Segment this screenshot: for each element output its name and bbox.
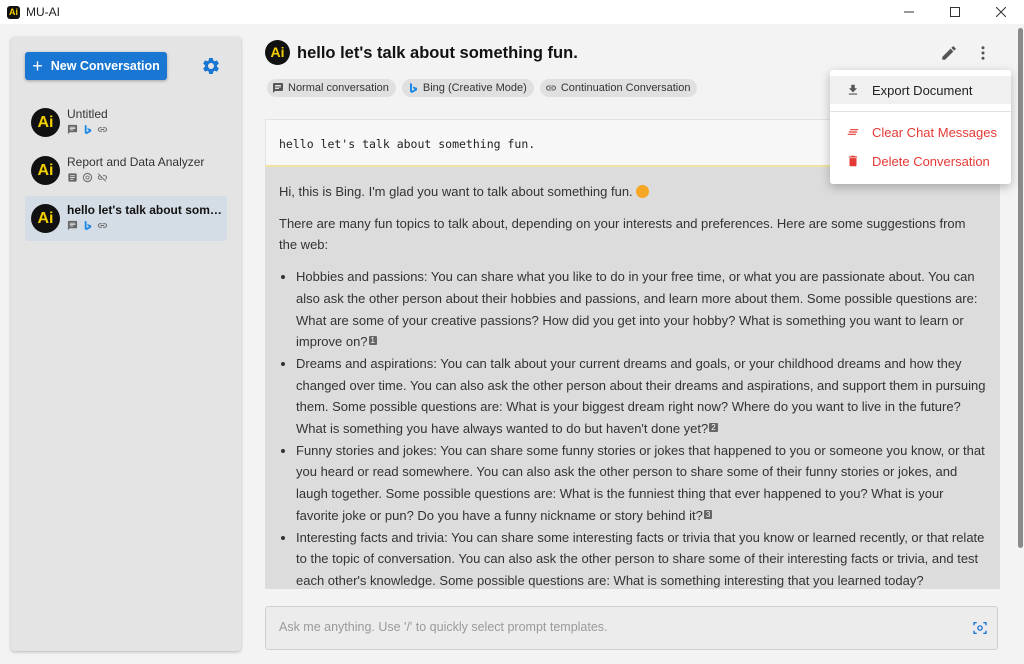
link-off-icon [97, 173, 108, 182]
prompt-input[interactable] [279, 620, 959, 634]
chip-bing-mode: Bing (Creative Mode) [401, 79, 534, 97]
maximize-button[interactable] [932, 0, 978, 24]
window-controls [886, 0, 1024, 24]
close-button[interactable] [978, 0, 1024, 24]
menu-export-document[interactable]: Export Document [830, 76, 1011, 104]
menu-clear-messages[interactable]: Clear Chat Messages [830, 118, 1011, 146]
minimize-icon [904, 11, 914, 13]
menu-item-label: Clear Chat Messages [872, 124, 997, 140]
list-item: Dreams and aspirations: You can talk abo… [296, 353, 986, 440]
chip-label: Bing (Creative Mode) [422, 82, 527, 94]
citation-badge[interactable]: 3 [703, 509, 713, 519]
smile-emoji-icon [636, 185, 650, 198]
scrollbar-thumb[interactable] [1018, 28, 1023, 548]
assistant-message: Hi, this is Bing. I'm glad you want to t… [265, 167, 1000, 589]
sidebar: + New Conversation Ai Untitled Ai Report… [11, 37, 241, 651]
gear-icon [203, 58, 219, 74]
conversation-header-avatar: Ai [265, 40, 290, 65]
conversation-options-menu: Export Document Clear Chat Messages Dele… [830, 70, 1011, 184]
chip-label: Normal conversation [288, 82, 389, 94]
edit-title-button[interactable] [940, 44, 958, 62]
openai-icon [82, 172, 93, 183]
app-logo-icon: Ai [7, 5, 20, 19]
list-item: Funny stories and jokes: You can share s… [296, 440, 986, 527]
menu-delete-conversation[interactable]: Delete Conversation [830, 147, 1011, 175]
menu-item-label: Delete Conversation [872, 153, 990, 169]
link-icon [545, 85, 556, 91]
conversation-avatar: Ai [31, 108, 60, 137]
conversation-title: hello let's talk about something fun. [67, 203, 222, 217]
more-options-button[interactable] [974, 44, 992, 62]
minimize-button[interactable] [886, 0, 932, 24]
trash-icon [848, 155, 858, 167]
conversation-title: Untitled [67, 107, 108, 121]
plus-icon: + [32, 56, 43, 76]
bing-icon [84, 220, 92, 231]
bing-icon [409, 83, 417, 93]
maximize-icon [950, 7, 960, 17]
pencil-icon [942, 46, 956, 60]
chat-icon [273, 83, 283, 93]
screen-capture-icon [973, 622, 987, 634]
prompt-input-container [265, 606, 998, 650]
close-icon [996, 7, 1006, 17]
download-icon [848, 84, 858, 95]
conversation-title-heading: hello let's talk about something fun. [297, 44, 578, 62]
chip-normal-conversation: Normal conversation [267, 79, 396, 97]
menu-item-label: Export Document [872, 82, 973, 98]
list-item-text: Funny stories and jokes: You can share s… [296, 442, 985, 523]
new-conversation-label: New Conversation [50, 59, 160, 73]
suggestion-list: Hobbies and passions: You can share what… [279, 266, 986, 589]
conversation-tags [67, 124, 108, 135]
window-scrollbar[interactable] [1017, 24, 1024, 664]
title-bar: Ai MU-AI [0, 0, 1024, 24]
menu-divider [830, 111, 1011, 112]
citation-badge[interactable]: 2 [709, 423, 718, 433]
citation-badge[interactable]: 1 [368, 336, 377, 346]
conversation-tags [67, 172, 108, 183]
assistant-intro-text: Hi, this is Bing. I'm glad you want to t… [279, 184, 633, 199]
chip-continuation: Continuation Conversation [539, 79, 698, 97]
assistant-intro: Hi, this is Bing. I'm glad you want to t… [279, 181, 986, 203]
chip-label: Continuation Conversation [560, 82, 691, 94]
chat-icon [67, 124, 78, 135]
list-item-text: Interesting facts and trivia: You can sh… [296, 529, 985, 588]
window-title: MU-AI [26, 5, 60, 19]
conversation-item-report-analyzer[interactable]: Ai Report and Data Analyzer [25, 148, 227, 193]
conversation-item-fun-chat[interactable]: Ai hello let's talk about something fun. [25, 196, 227, 241]
list-item-text: Hobbies and passions: You can share what… [296, 269, 978, 350]
settings-button[interactable] [201, 56, 221, 76]
document-icon [68, 173, 77, 182]
more-vert-icon [981, 46, 985, 60]
new-conversation-button[interactable]: + New Conversation [25, 52, 167, 80]
conversation-title: Report and Data Analyzer [67, 155, 205, 169]
conversation-tags [67, 220, 108, 231]
chat-icon [67, 220, 78, 231]
clear-all-icon [847, 129, 859, 135]
conversation-item-untitled[interactable]: Ai Untitled [25, 100, 227, 145]
list-item-text: Dreams and aspirations: You can talk abo… [296, 355, 986, 437]
conversation-avatar: Ai [31, 204, 60, 233]
conversation-avatar: Ai [31, 156, 60, 185]
link-icon [97, 223, 108, 228]
chat-messages[interactable]: hello let's talk about something fun. Hi… [265, 119, 1000, 589]
assistant-paragraph: There are many fun topics to talk about,… [279, 215, 966, 253]
screenshot-button[interactable] [972, 620, 988, 636]
conversation-tags-bar: Normal conversation Bing (Creative Mode)… [267, 79, 698, 97]
list-item: Hobbies and passions: You can share what… [296, 266, 986, 353]
link-icon [97, 127, 108, 132]
bing-icon [84, 124, 92, 135]
list-item: Interesting facts and trivia: You can sh… [296, 527, 986, 589]
